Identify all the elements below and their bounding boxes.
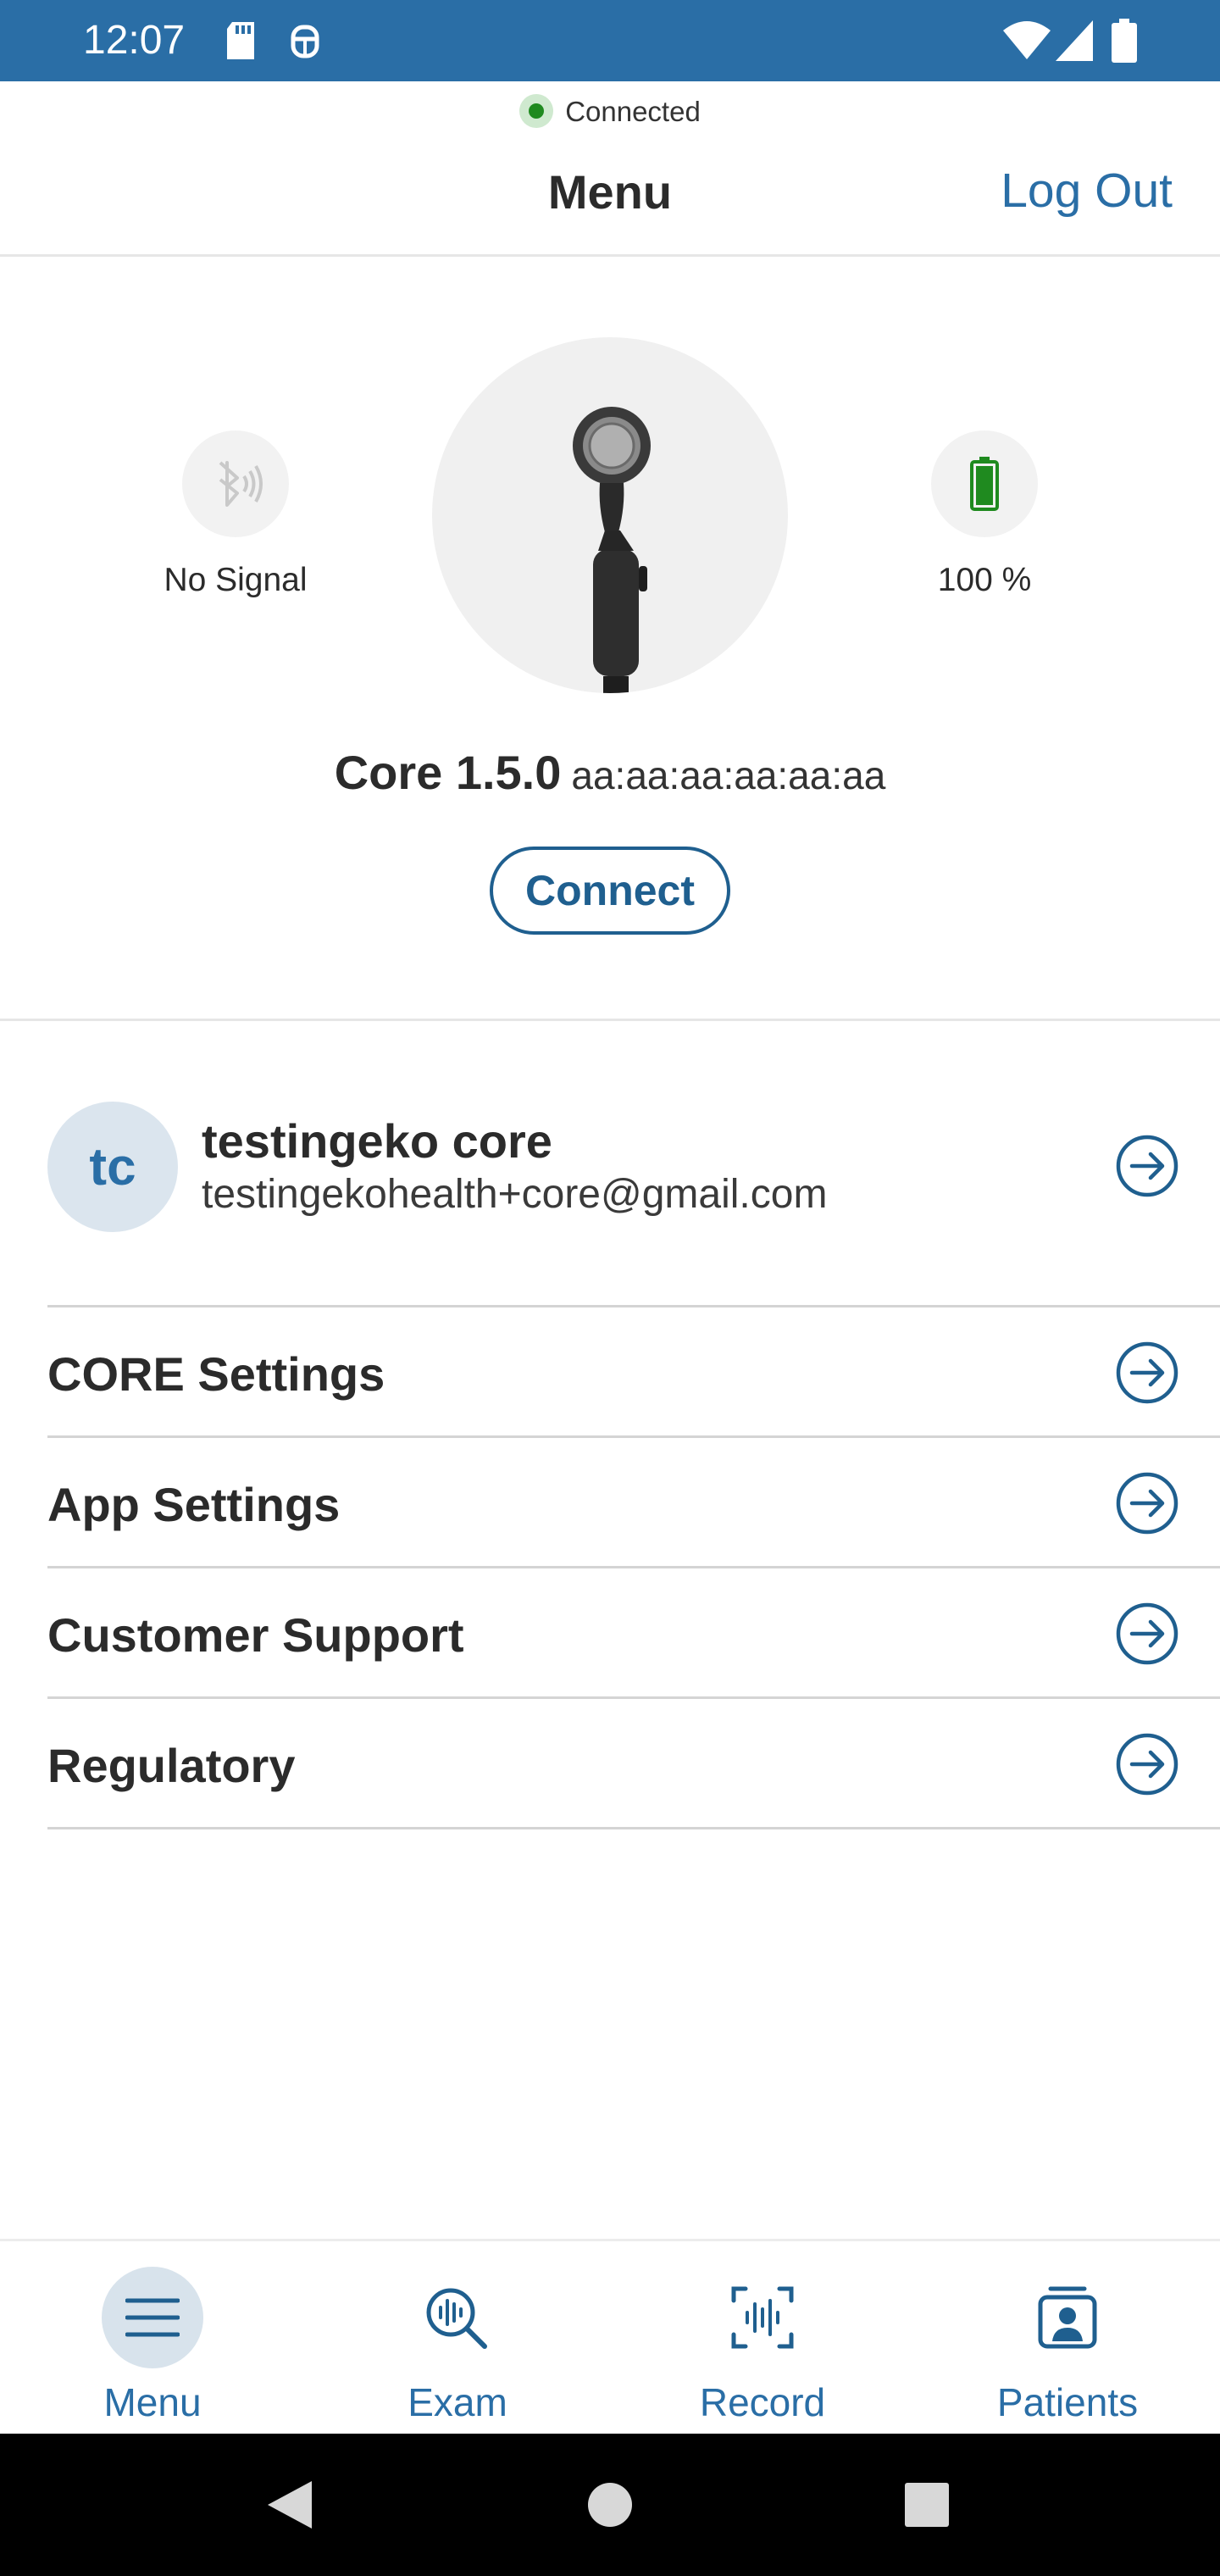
row-divider [47,1435,1220,1438]
arrow-right-circle-icon[interactable] [1115,1134,1179,1198]
battery-icon [931,430,1038,537]
cell-signal-icon [1056,20,1093,61]
logout-button[interactable]: Log Out [1001,161,1173,220]
status-bar: 12:07 [0,0,1220,81]
home-icon[interactable] [586,2481,634,2529]
battery-label: 100 % [937,562,1032,598]
menu-item-label: App Settings [47,1478,341,1531]
bottom-nav: Menu Exam Record Patients [0,2239,1220,2434]
nav-tab-label: Exam [408,2380,507,2424]
patients-icon [1017,2267,1118,2368]
back-icon[interactable] [264,2478,313,2532]
device-mac: aa:aa:aa:aa:aa:aa [571,753,886,797]
arrow-right-circle-icon [1116,1733,1178,1796]
profile-name: testingeko core [202,1114,552,1168]
menu-item-label: CORE Settings [47,1347,385,1401]
connected-dot-icon [519,94,554,129]
nav-tab-label: Patients [996,2380,1139,2424]
menu-item-core-settings[interactable]: CORE Settings [47,1309,1220,1436]
menu-item-customer-support[interactable]: Customer Support [47,1570,1220,1697]
arrow-right-circle-icon [1116,1472,1178,1535]
nav-tab-patients[interactable]: Patients [940,2267,1195,2426]
recents-icon[interactable] [905,2483,949,2527]
stethoscope-icon [573,407,651,693]
connect-button[interactable]: Connect [490,847,730,935]
header-divider [0,254,1220,257]
nav-tab-label: Menu [103,2380,202,2424]
menu-item-label: Regulatory [47,1739,296,1792]
nav-tab-label: Record [699,2380,826,2424]
signal-indicator: No Signal [125,430,346,602]
bluetooth-signal-icon [182,430,289,537]
nav-tab-menu[interactable]: Menu [25,2267,280,2426]
debug-icon [288,22,322,61]
connection-status: Connected [0,93,1220,130]
system-nav-bar [0,2434,1220,2576]
row-divider [47,1305,1220,1307]
device-model: Core 1.5.0 [334,746,562,799]
arrow-right-circle-icon [1116,1602,1178,1665]
menu-icon [102,2267,203,2368]
exam-icon [407,2267,508,2368]
device-divider [0,1019,1220,1021]
menu-item-regulatory[interactable]: Regulatory [47,1701,1220,1828]
row-divider [47,1696,1220,1699]
row-divider [47,1566,1220,1568]
sd-card-icon [225,22,256,59]
nav-tab-exam[interactable]: Exam [330,2267,585,2426]
status-time: 12:07 [83,18,186,63]
record-icon [712,2267,813,2368]
signal-label: No Signal [164,562,308,598]
menu-item-label: Customer Support [47,1608,464,1662]
device-name: Core 1.5.0 aa:aa:aa:aa:aa:aa [0,739,1220,819]
wifi-icon [1003,20,1051,61]
avatar: tc [47,1102,178,1232]
battery-indicator: 100 % [874,430,1095,602]
menu-item-app-settings[interactable]: App Settings [47,1440,1220,1567]
connection-status-label: Connected [565,96,701,127]
device-image [432,337,788,693]
arrow-right-circle-icon [1116,1341,1178,1404]
battery-status-icon [1112,19,1137,63]
profile-email: testingekohealth+core@gmail.com [202,1172,828,1217]
nav-tab-record[interactable]: Record [635,2267,890,2426]
row-divider [47,1827,1220,1829]
